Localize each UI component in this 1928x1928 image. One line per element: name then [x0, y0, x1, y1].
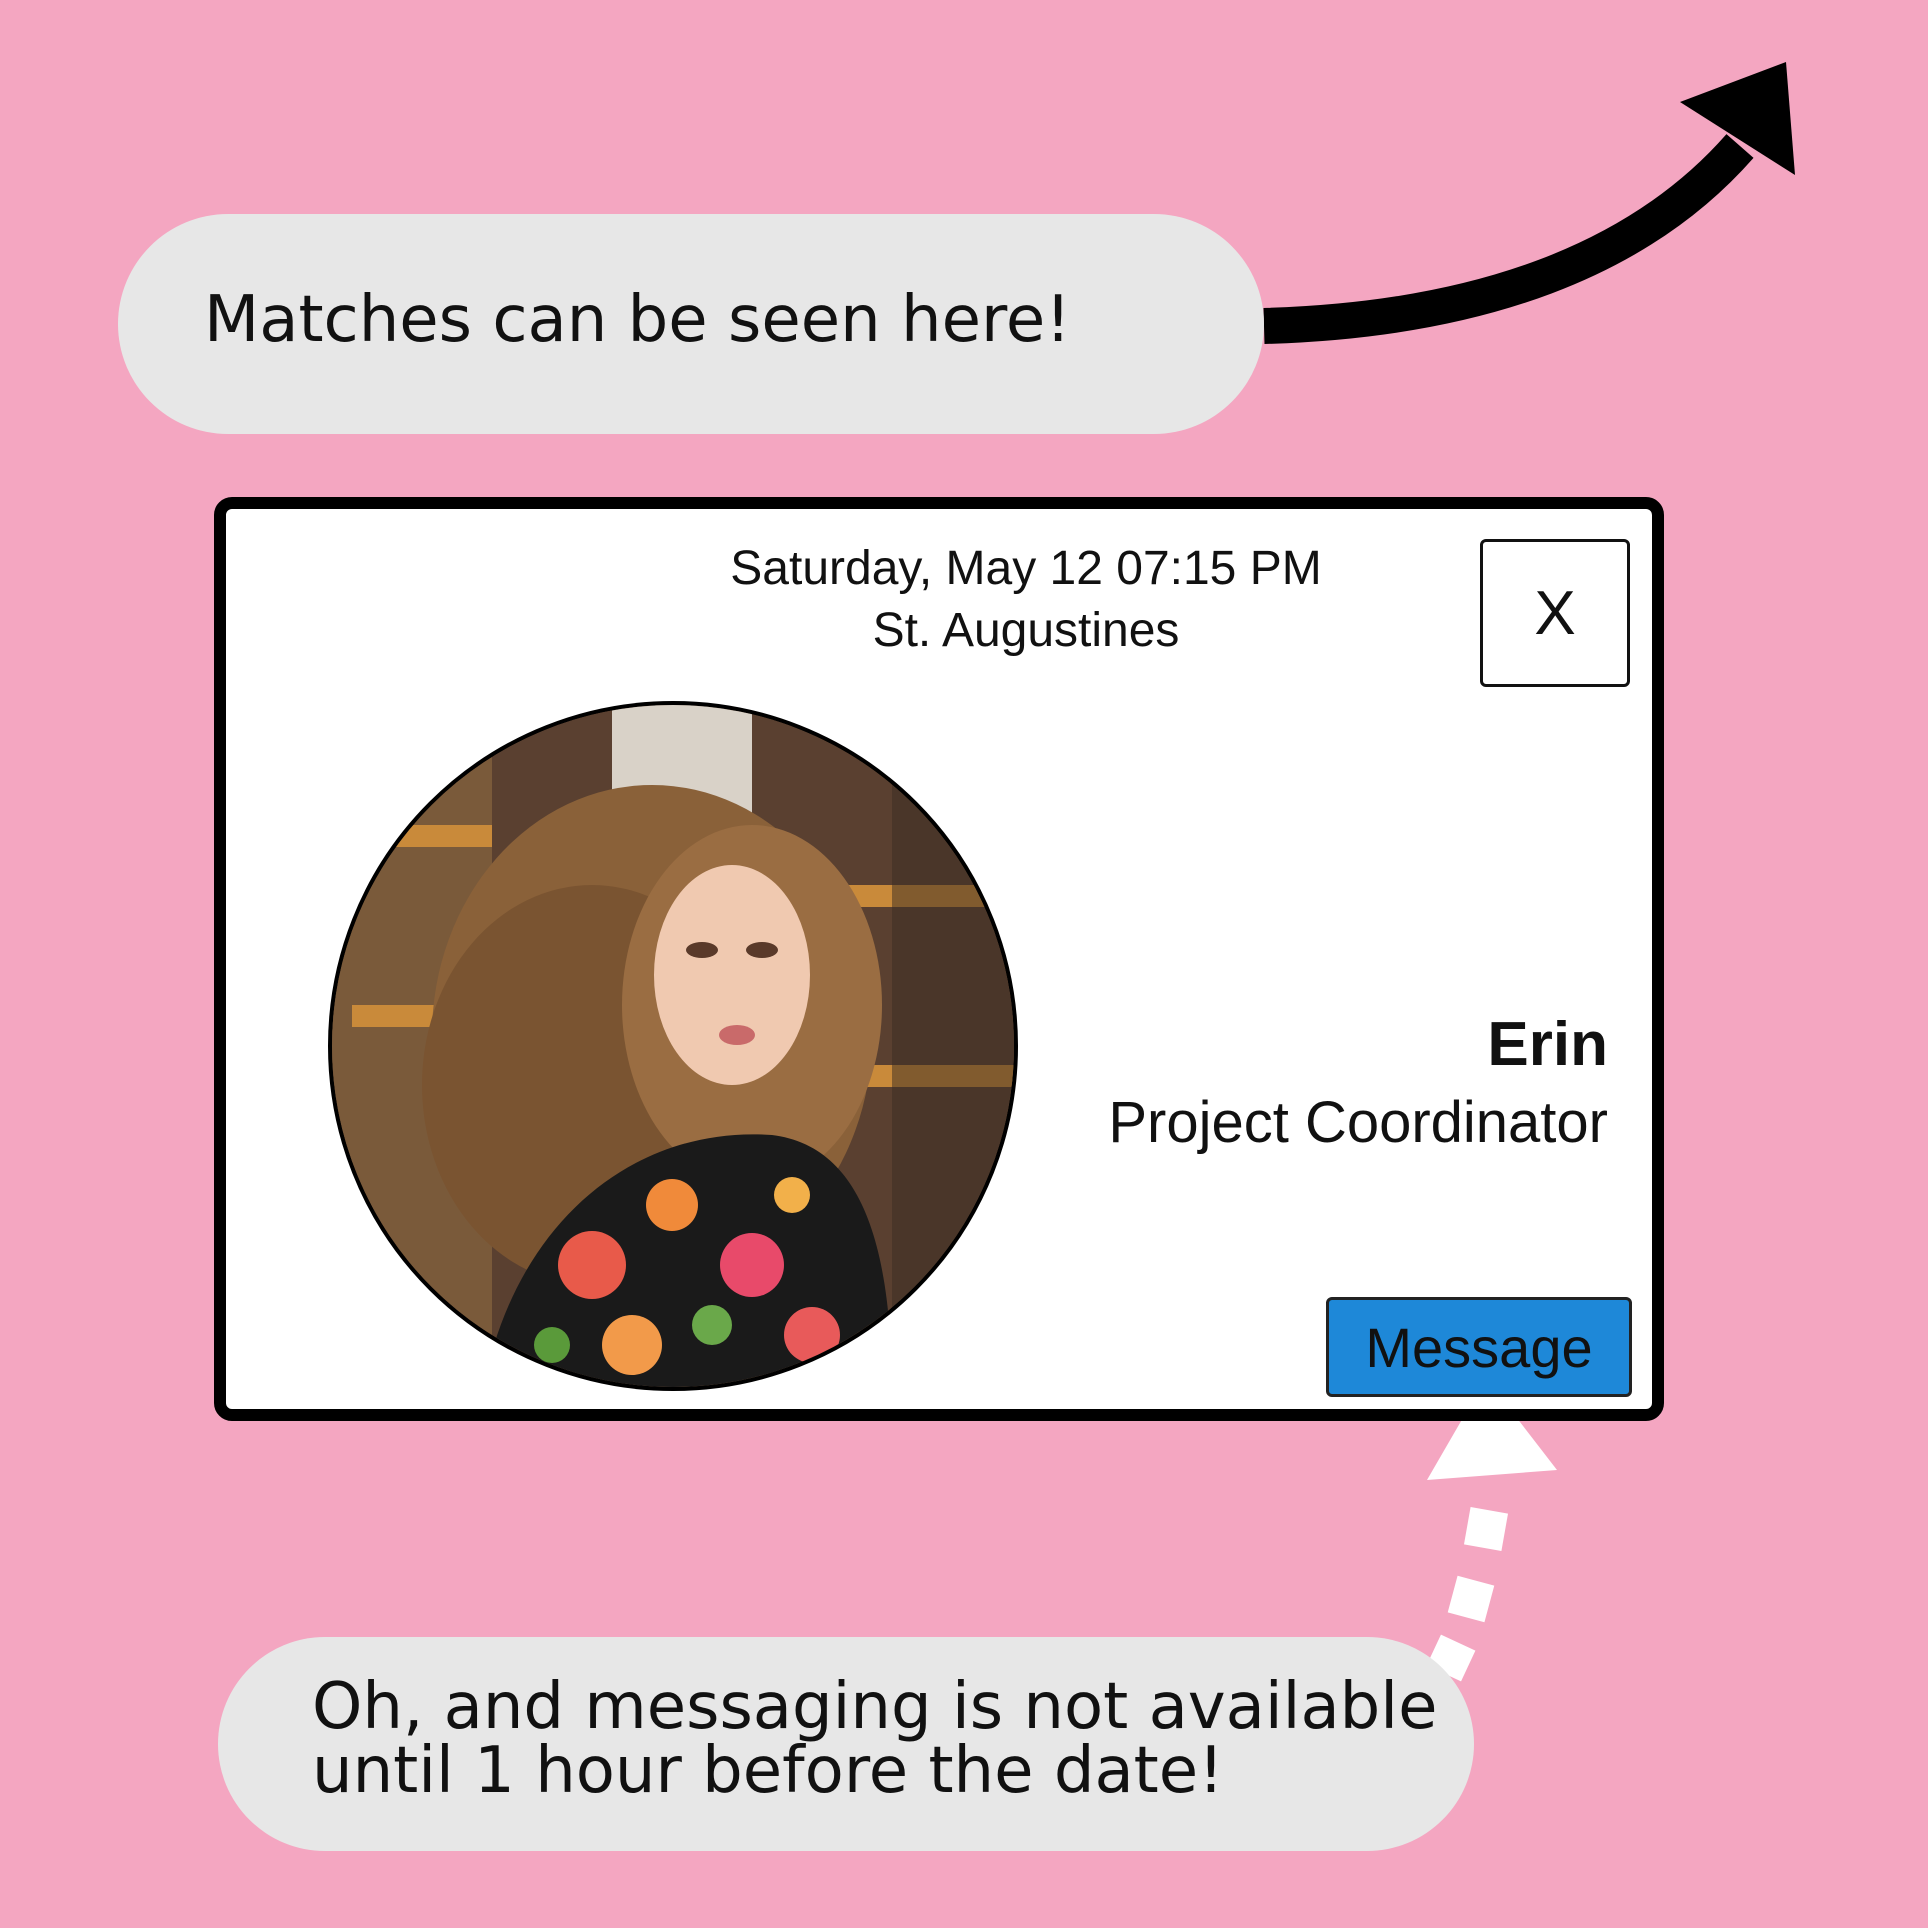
match-job-title: Project Coordinator: [1108, 1090, 1608, 1155]
curved-arrow-up-right-icon: [1263, 62, 1795, 344]
messaging-hint-text: Oh, and messaging is not available until…: [312, 1675, 1437, 1803]
match-name: Erin: [1487, 1010, 1608, 1079]
avatar: [328, 701, 1018, 1391]
matches-hint-text: Matches can be seen here!: [204, 283, 1071, 357]
close-button[interactable]: X: [1480, 539, 1630, 687]
venue-label: St. Augustines: [872, 604, 1180, 657]
messaging-hint-line-2: until 1 hour before the date!: [312, 1734, 1224, 1808]
messaging-hint-line-1: Oh, and messaging is not available: [312, 1670, 1438, 1744]
profile-photo: [332, 705, 1014, 1387]
close-button-label: X: [1534, 578, 1576, 648]
message-button[interactable]: Message: [1326, 1297, 1632, 1397]
dotted-arrow-up-icon: [1426, 1378, 1557, 1682]
date-time-label: Saturday, May 12 07:15 PM: [730, 542, 1322, 595]
matches-hint-bubble: Matches can be seen here!: [118, 214, 1264, 434]
match-card: Saturday, May 12 07:15 PM St. Augustines…: [214, 497, 1664, 1421]
message-button-label: Message: [1365, 1315, 1593, 1379]
messaging-hint-bubble: Oh, and messaging is not available until…: [218, 1637, 1474, 1851]
